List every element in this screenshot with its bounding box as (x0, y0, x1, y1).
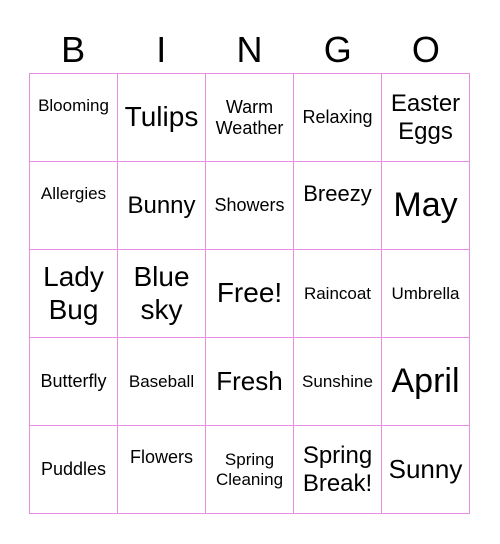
cell-text: Allergies (40, 183, 107, 203)
header-letter-o: O (411, 29, 440, 70)
bingo-cell[interactable]: Spring Cleaning (206, 426, 294, 514)
bingo-cell[interactable]: Warm Weather (206, 74, 294, 162)
bingo-cell[interactable]: Umbrella (382, 250, 470, 338)
bingo-cell[interactable]: April (382, 338, 470, 426)
bingo-cell[interactable]: Easter Eggs (382, 74, 470, 162)
bingo-cell[interactable]: Puddles (30, 426, 118, 514)
cell-text: Bunny (127, 191, 196, 219)
cell-text: Baseball (128, 371, 195, 391)
cell-text: Easter Eggs (390, 89, 461, 145)
cell-text: April (391, 361, 460, 400)
bingo-cell[interactable]: May (382, 162, 470, 250)
cell-text: Lady Bug (43, 261, 104, 325)
cell-text: Breezy (303, 180, 372, 206)
cell-text: Free! (216, 277, 283, 309)
cell-text: Butterfly (40, 371, 107, 392)
bingo-cell[interactable]: Flowers (118, 426, 206, 514)
bingo-cell[interactable]: Relaxing (294, 74, 382, 162)
bingo-cell[interactable]: Spring Break! (294, 426, 382, 514)
bingo-cell[interactable]: Breezy (294, 162, 382, 250)
bingo-cell[interactable]: Showers (206, 162, 294, 250)
cell-text: Puddles (40, 459, 107, 480)
bingo-cell[interactable]: Blooming (30, 74, 118, 162)
header-letter-i: I (156, 29, 167, 70)
cell-text: Flowers (129, 447, 193, 468)
cell-text: Relaxing (302, 107, 373, 128)
bingo-cell[interactable]: Raincoat (294, 250, 382, 338)
bingo-cell[interactable]: Tulips (118, 74, 206, 162)
cell-text: Showers (214, 195, 285, 216)
cell-text: Blue sky (133, 261, 190, 325)
bingo-cell[interactable]: Free! (206, 250, 294, 338)
bingo-cell[interactable]: Allergies (30, 162, 118, 250)
bingo-cell[interactable]: Bunny (118, 162, 206, 250)
header-letter-b: B (61, 29, 86, 70)
cell-text: Raincoat (303, 283, 372, 303)
bingo-cell[interactable]: Sunshine (294, 338, 382, 426)
bingo-grid: Blooming Tulips Warm Weather Relaxing Ea… (29, 73, 470, 514)
cell-text: Warm Weather (215, 96, 284, 138)
cell-text: Sunny (388, 453, 463, 484)
header-letter-g: G (323, 29, 352, 70)
cell-text: Umbrella (391, 283, 460, 303)
cell-text: Fresh (216, 365, 283, 396)
bingo-cell[interactable]: Lady Bug (30, 250, 118, 338)
cell-text: Tulips (124, 101, 199, 133)
cell-text: Sunshine (302, 371, 373, 391)
bingo-header: B I N G O (29, 28, 470, 72)
bingo-cell[interactable]: Fresh (206, 338, 294, 426)
header-letter-n: N (236, 29, 263, 70)
bingo-cell[interactable]: Butterfly (30, 338, 118, 426)
cell-text: Blooming (38, 95, 109, 115)
bingo-cell[interactable]: Sunny (382, 426, 470, 514)
bingo-cell[interactable]: Blue sky (118, 250, 206, 338)
bingo-cell[interactable]: Baseball (118, 338, 206, 426)
cell-text: May (393, 185, 458, 224)
cell-text: Spring Cleaning (215, 449, 284, 489)
cell-text: Spring Break! (302, 441, 373, 497)
